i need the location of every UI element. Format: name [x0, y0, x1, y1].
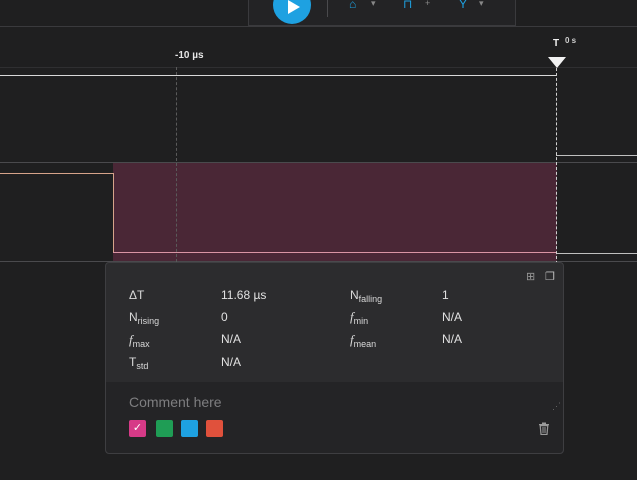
resize-grip-icon[interactable]: ⋰ — [552, 402, 561, 411]
n-rising-value: 0 — [221, 310, 228, 324]
color-swatch-green[interactable] — [156, 420, 173, 437]
trigger-handle[interactable] — [548, 57, 566, 68]
comment-area: ⋰ ✓ — [106, 382, 563, 453]
marker-icon[interactable]: Y — [459, 0, 467, 10]
trigger-marker-label: T — [553, 38, 560, 49]
copy-icon[interactable]: ❐ — [545, 272, 556, 283]
ruler-divider — [0, 67, 637, 68]
timeline-divider — [0, 26, 637, 27]
chevron-down-icon[interactable]: ▾ — [371, 0, 376, 8]
color-swatch-red[interactable] — [206, 420, 223, 437]
channel-1-signal — [0, 75, 556, 76]
check-icon: ✓ — [132, 422, 143, 434]
f-mean-value: N/A — [442, 332, 463, 346]
expand-icon[interactable]: ⊞ — [526, 272, 537, 283]
chevron-down-icon[interactable]: ▾ — [479, 0, 484, 8]
channel-2-signal-low — [113, 252, 557, 253]
comment-input[interactable] — [129, 394, 529, 410]
channel-1-signal-right — [556, 155, 637, 156]
n-falling-label: Nfalling — [350, 288, 383, 304]
measurement-panel: ⊞ ❐ ΔT 11.68 µs Nfalling 1 Nrising 0 fmi… — [105, 262, 564, 454]
n-falling-value: 1 — [442, 288, 449, 302]
trash-icon[interactable] — [538, 422, 550, 435]
f-min-label: fmin — [350, 309, 369, 326]
trigger-time-label: 0 s — [565, 36, 577, 45]
t-std-label: Tstd — [129, 355, 149, 371]
cursor-line[interactable] — [176, 67, 177, 262]
cursor-time-label: -10 µs — [175, 50, 204, 61]
measure-icon[interactable]: ⊓ — [403, 0, 412, 10]
f-min-value: N/A — [442, 310, 463, 324]
f-max-label: fmax — [129, 332, 150, 349]
f-max-value: N/A — [221, 332, 242, 346]
trigger-line — [556, 68, 557, 264]
capture-toolbar: ⌂ ▾ ⊓ + Y ▾ — [248, 0, 516, 26]
channel-2-falling-edge — [113, 173, 114, 252]
channel-2-signal-right — [556, 253, 637, 254]
color-swatch-pink[interactable]: ✓ — [129, 420, 146, 437]
delta-t-value: 11.68 µs — [221, 288, 267, 302]
toolbar-divider — [327, 0, 328, 17]
play-button[interactable] — [273, 0, 311, 24]
f-mean-label: fmean — [350, 332, 377, 349]
n-rising-label: Nrising — [129, 310, 160, 326]
add-icon[interactable]: + — [425, 0, 430, 8]
measurement-region[interactable] — [113, 163, 557, 261]
t-std-value: N/A — [221, 355, 242, 369]
delta-t-label: ΔT — [129, 288, 145, 302]
color-swatch-blue[interactable] — [181, 420, 198, 437]
trigger-icon[interactable]: ⌂ — [349, 0, 356, 10]
channel-2-signal-high — [0, 173, 113, 174]
